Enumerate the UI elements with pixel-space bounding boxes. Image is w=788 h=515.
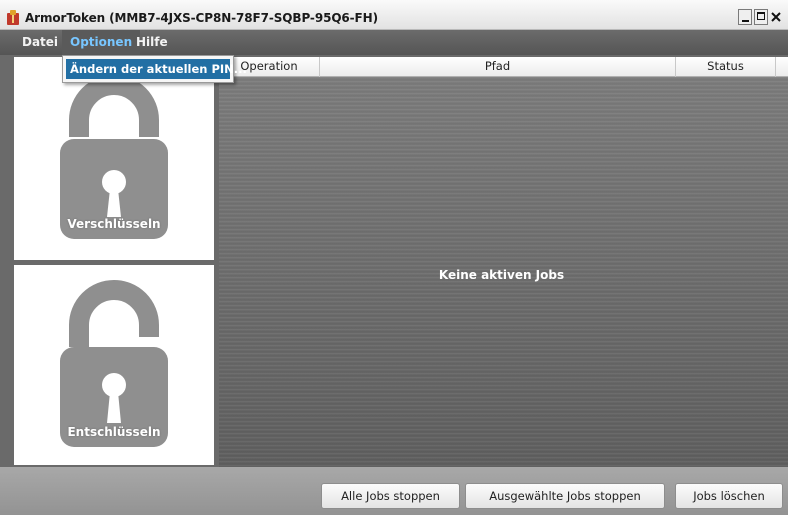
menu-bar: Datei Optionen Hilfe — [0, 30, 788, 55]
menu-datei[interactable]: Datei — [14, 30, 66, 55]
window-controls — [738, 9, 782, 27]
stop-selected-jobs-button[interactable]: Ausgewählte Jobs stoppen — [465, 483, 665, 509]
decrypt-label: Entschlüsseln — [67, 425, 161, 439]
armortoken-app-icon — [7, 10, 19, 25]
jobs-list[interactable]: Operation Pfad Status Keine aktiven Jobs — [219, 57, 788, 467]
jobs-table-header: Operation Pfad Status — [219, 57, 788, 77]
delete-jobs-button[interactable]: Jobs löschen — [675, 483, 783, 509]
decrypt-panel[interactable]: Entschlüsseln — [14, 265, 214, 465]
minimize-icon[interactable] — [738, 9, 752, 25]
encrypt-panel[interactable]: Verschlüsseln — [14, 57, 214, 260]
window-title: ArmorToken (MMB7-4JXS-CP8N-78F7-SQBP-95Q… — [25, 11, 378, 25]
title-bar: ArmorToken (MMB7-4JXS-CP8N-78F7-SQBP-95Q… — [0, 0, 788, 30]
maximize-icon[interactable] — [754, 9, 768, 25]
column-header-pfad[interactable]: Pfad — [320, 57, 676, 77]
change-pin-menu-item[interactable]: Ändern der aktuellen PIN... — [66, 59, 247, 79]
encrypt-label: Verschlüsseln — [67, 217, 161, 231]
stop-all-jobs-button[interactable]: Alle Jobs stoppen — [321, 483, 460, 509]
menu-hilfe[interactable]: Hilfe — [128, 30, 176, 55]
optionen-dropdown: Ändern der aktuellen PIN... — [62, 55, 247, 83]
action-bar: Alle Jobs stoppen Ausgewählte Jobs stopp… — [0, 467, 788, 515]
empty-jobs-message: Keine aktiven Jobs — [438, 268, 565, 282]
column-header-status[interactable]: Status — [676, 57, 776, 77]
close-icon[interactable] — [770, 9, 782, 25]
